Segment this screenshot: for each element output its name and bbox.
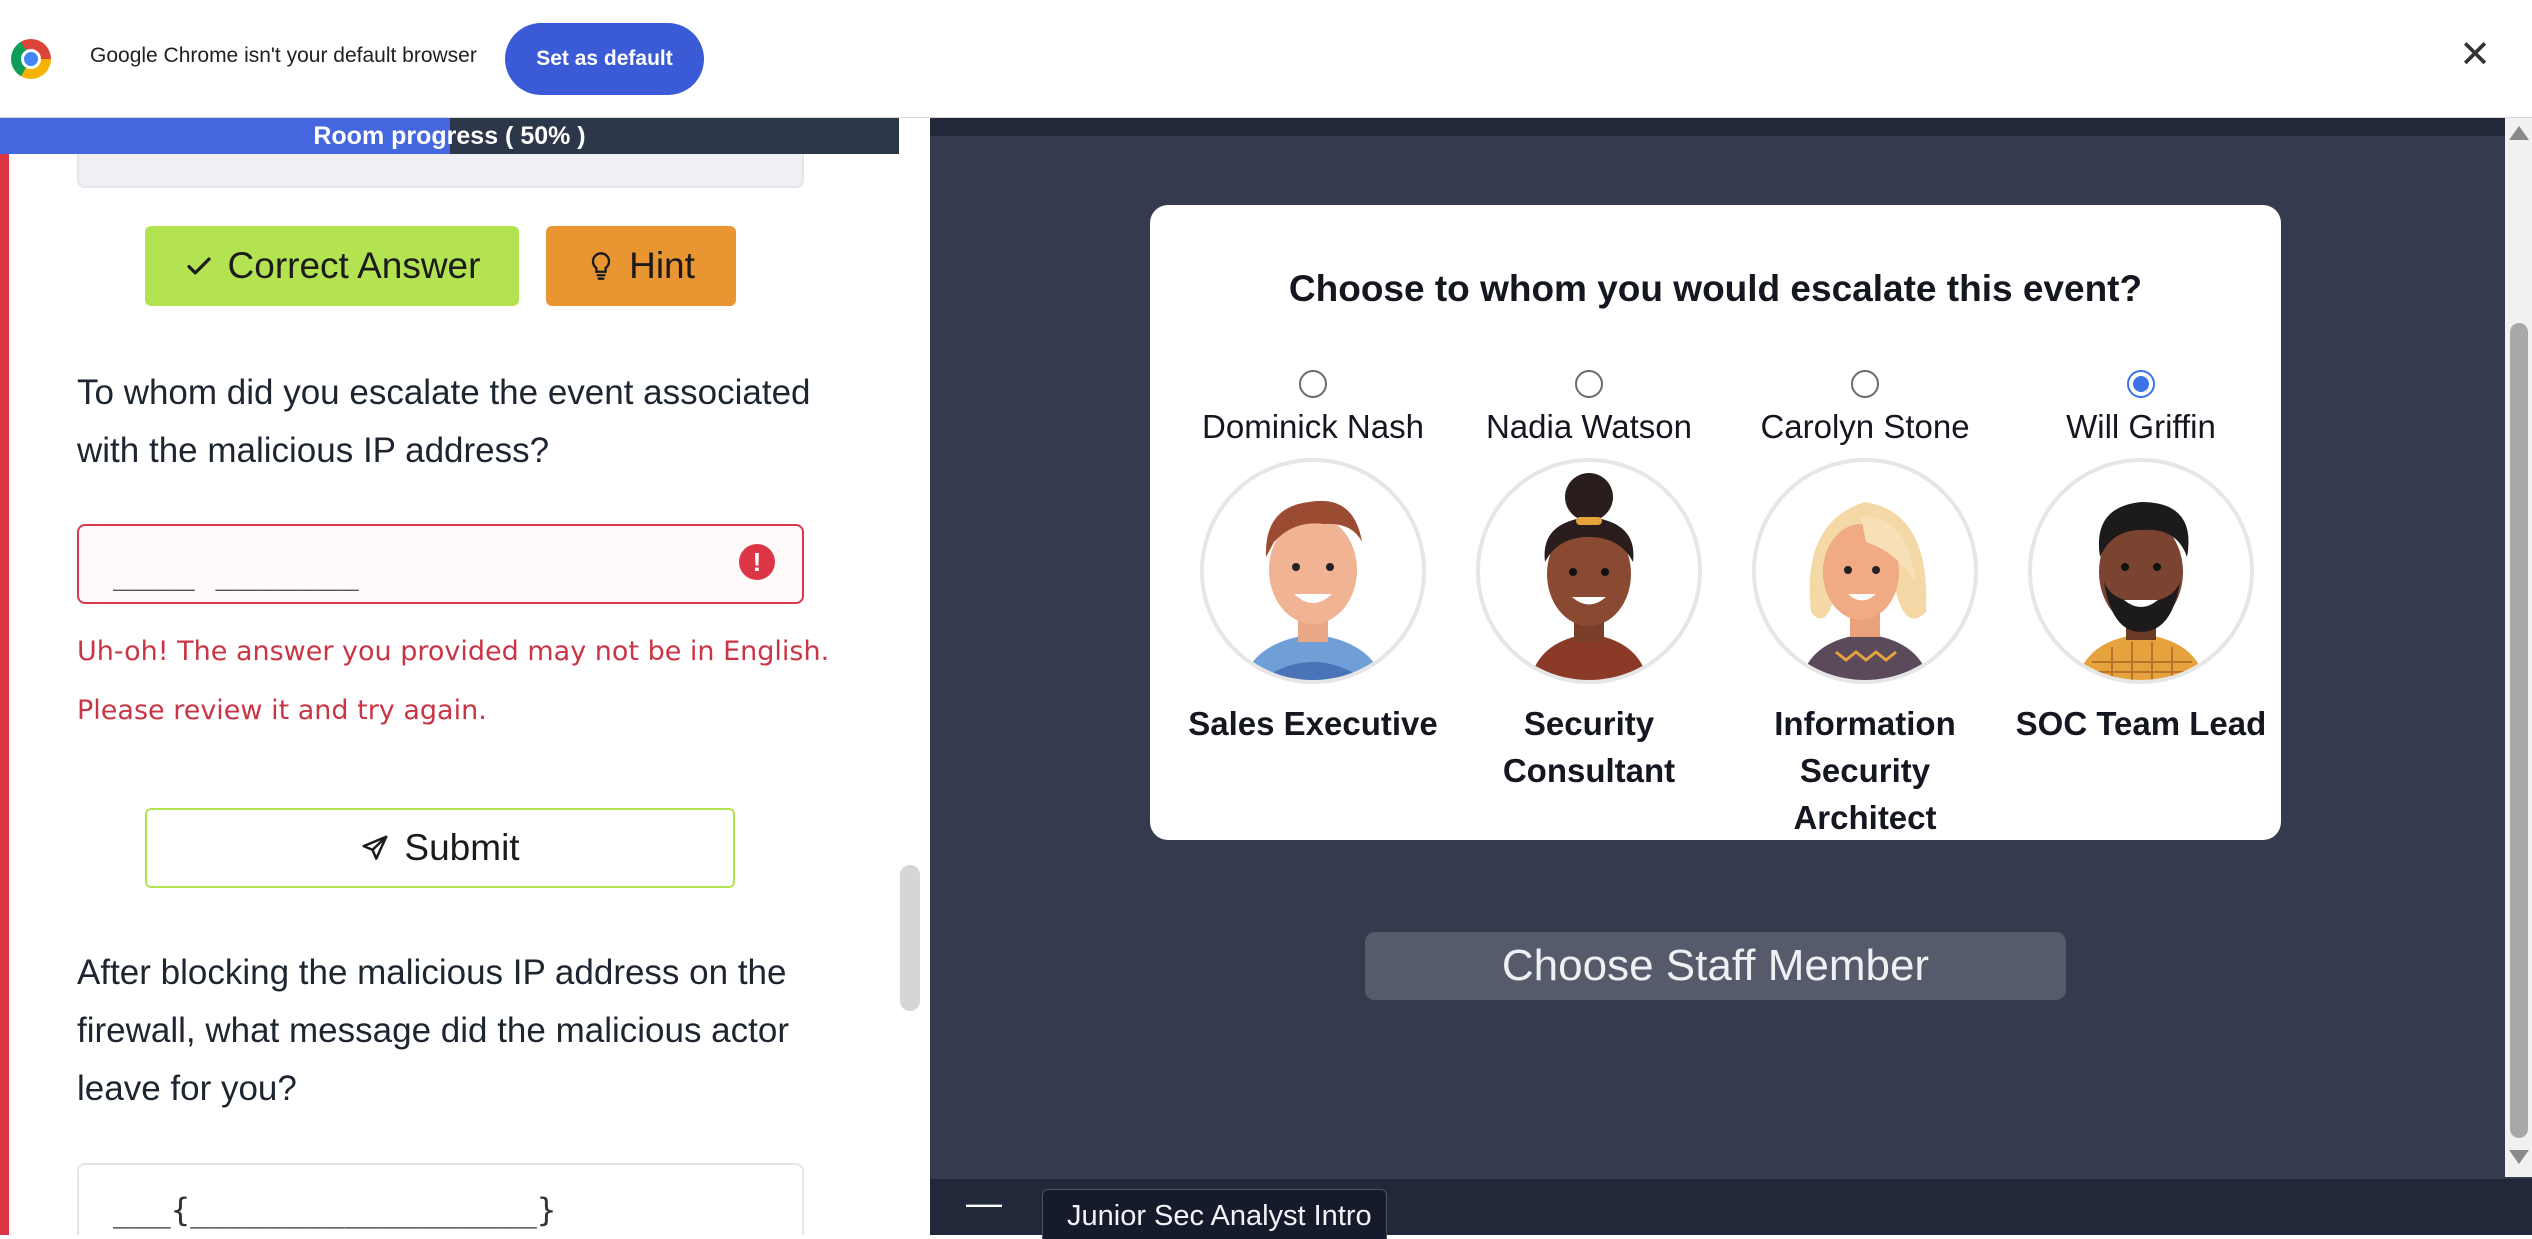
staff-radio-will-griffin[interactable] (2127, 370, 2155, 398)
task-status-rail (0, 118, 9, 1235)
error-icon: ! (739, 544, 775, 580)
staff-name: Will Griffin (2066, 408, 2216, 445)
close-icon[interactable]: ✕ (2455, 35, 2495, 75)
staff-name: Dominick Nash (1202, 408, 1424, 445)
staff-option-dominick-nash[interactable]: Dominick Nash Sales Executive (1188, 370, 1438, 840)
room-progress-label: Room progress ( 50% ) (313, 122, 586, 150)
staff-option-will-griffin[interactable]: Will Griffin SOC Team Lead (2016, 370, 2266, 840)
staff-role: Security Consultant (1502, 705, 1676, 789)
question-escalation: To whom did you escalate the event assoc… (77, 373, 811, 470)
answer-error-message: Uh-oh! The answer you provided may not b… (77, 622, 837, 740)
submit-label: Submit (404, 827, 520, 868)
infobar-message: Google Chrome isn't your default browser (90, 44, 477, 67)
room-progress-bar: Room progress ( 50% ) (0, 118, 899, 154)
staff-radio-dominick-nash[interactable] (1299, 370, 1327, 398)
escalation-answer-input[interactable]: ____ _______ (77, 524, 804, 604)
error-line-1: Uh-oh! The answer you provided may not b… (77, 636, 830, 667)
staff-role: Information Security Architect (1774, 705, 1956, 836)
staff-radio-carolyn-stone[interactable] (1851, 370, 1879, 398)
staff-avatar-carolyn-stone (1752, 458, 1978, 684)
staff-name: Nadia Watson (1485, 408, 1693, 445)
simulation-scroll-thumb[interactable] (2510, 323, 2528, 1138)
hint-button[interactable]: Hint (546, 226, 736, 306)
error-line-2: Please review it and try again. (77, 695, 487, 726)
staff-option-nadia-watson[interactable]: Nadia Watson Security Consultant (1469, 370, 1709, 840)
lightbulb-icon (591, 252, 611, 280)
staff-avatar-will-griffin (2028, 458, 2254, 684)
scroll-down-arrow-icon[interactable] (2509, 1150, 2529, 1164)
task-panel-scrollbar[interactable] (900, 865, 920, 1011)
correct-answer-button[interactable]: Correct Answer (145, 226, 519, 306)
escalation-card: Choose to whom you would escalate this e… (1150, 205, 2281, 840)
hint-label: Hint (629, 245, 695, 286)
send-icon (362, 835, 388, 860)
minimize-icon[interactable]: — (966, 1185, 1002, 1221)
checkmark-icon (186, 257, 211, 275)
escalation-card-title: Choose to whom you would escalate this e… (1288, 268, 2143, 309)
task-panel: 221.181.185.159 Room progress ( 50% ) Co… (0, 118, 930, 1235)
staff-role: Sales Executive (1188, 705, 1438, 742)
set-as-default-button[interactable]: Set as default (505, 23, 704, 95)
correct-answer-label: Correct Answer (227, 245, 481, 286)
question-actor-message: After blocking the malicious IP address … (77, 953, 789, 1108)
simulation-taskbar: — Junior Sec Analyst Intro (930, 1179, 2532, 1239)
staff-avatar-dominick-nash (1200, 458, 1426, 684)
actor-message-answer-input[interactable]: ___{__________________} (77, 1163, 804, 1235)
staff-option-carolyn-stone[interactable]: Carolyn Stone Information Security Archi… (1745, 370, 1985, 840)
chrome-logo-icon (11, 39, 51, 79)
staff-radio-nadia-watson[interactable] (1575, 370, 1603, 398)
simulation-top-strip (930, 118, 2505, 136)
tab-junior-sec-analyst-intro[interactable]: Junior Sec Analyst Intro (1042, 1189, 1387, 1239)
scroll-up-arrow-icon[interactable] (2509, 126, 2529, 140)
default-browser-infobar: Google Chrome isn't your default browser… (0, 0, 2532, 118)
submit-button[interactable]: Submit (145, 808, 735, 888)
choose-staff-member-button[interactable]: Choose Staff Member (1365, 932, 2066, 1000)
staff-role: SOC Team Lead (2015, 705, 2267, 742)
staff-avatar-nadia-watson (1476, 458, 1702, 684)
simulation-panel: Choose to whom you would escalate this e… (930, 118, 2532, 1239)
staff-name: Carolyn Stone (1760, 408, 1970, 445)
